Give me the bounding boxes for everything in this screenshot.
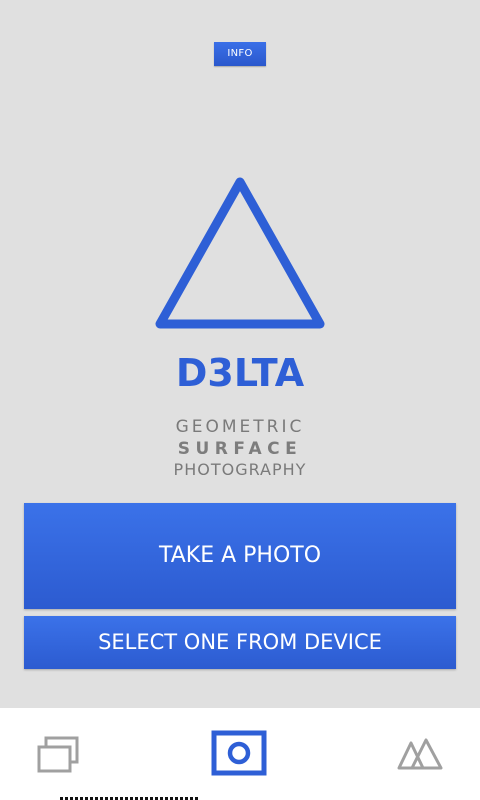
- info-button[interactable]: INFO: [214, 42, 266, 66]
- bottom-navigation-bar: [0, 708, 480, 800]
- app-screen: INFO D3LTA GEOMETRIC SURFACE PHOTOGRAPHY…: [0, 0, 480, 800]
- gallery-icon[interactable]: [36, 736, 80, 776]
- brand-title: D3LTA: [175, 351, 305, 395]
- select-from-device-button[interactable]: SELECT ONE FROM DEVICE: [24, 616, 456, 669]
- camera-icon[interactable]: [211, 730, 267, 776]
- mountain-icon[interactable]: [396, 736, 444, 774]
- triangle-logo-icon: [155, 177, 325, 329]
- tagline-photography: PHOTOGRAPHY: [173, 460, 307, 479]
- tagline-geometric: GEOMETRIC: [175, 417, 305, 437]
- tagline-surface: SURFACE: [177, 439, 303, 459]
- take-photo-button[interactable]: TAKE A PHOTO: [24, 503, 456, 609]
